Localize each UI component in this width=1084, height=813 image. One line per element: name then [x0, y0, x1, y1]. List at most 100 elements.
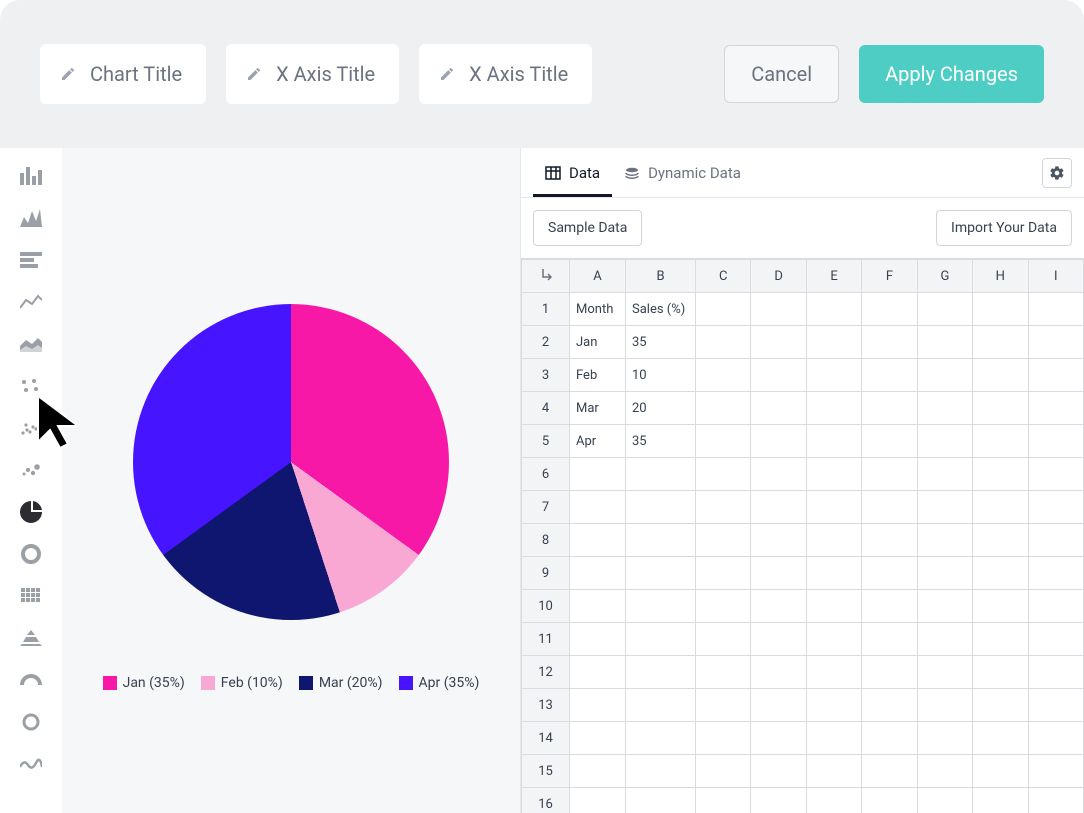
cell[interactable] — [973, 722, 1028, 755]
pyramid-icon[interactable] — [17, 626, 45, 650]
cell[interactable] — [1028, 557, 1083, 590]
settings-button[interactable] — [1042, 158, 1072, 188]
cell[interactable] — [1028, 590, 1083, 623]
cell[interactable] — [806, 359, 861, 392]
cell[interactable] — [862, 788, 917, 813]
column-header[interactable]: A — [570, 260, 626, 293]
row-header[interactable]: 2 — [522, 326, 570, 359]
cell[interactable] — [973, 425, 1028, 458]
cell[interactable] — [1028, 392, 1083, 425]
x-axis-title-input[interactable]: X Axis Title — [226, 44, 399, 104]
cell[interactable] — [1028, 623, 1083, 656]
cell[interactable] — [570, 590, 626, 623]
cell[interactable] — [751, 656, 806, 689]
chart-title-input[interactable]: Chart Title — [40, 44, 206, 104]
row-header[interactable]: 3 — [522, 359, 570, 392]
cell[interactable] — [1028, 788, 1083, 813]
cell[interactable] — [806, 722, 861, 755]
cell[interactable] — [973, 788, 1028, 813]
cell[interactable] — [917, 689, 972, 722]
cell[interactable] — [751, 359, 806, 392]
cell[interactable] — [973, 590, 1028, 623]
row-header[interactable]: 16 — [522, 788, 570, 813]
scatter-few-icon[interactable] — [17, 374, 45, 398]
cell[interactable] — [751, 392, 806, 425]
cell[interactable] — [917, 491, 972, 524]
cell[interactable] — [806, 623, 861, 656]
cell[interactable] — [917, 293, 972, 326]
cell[interactable] — [973, 392, 1028, 425]
area-chart-icon[interactable] — [17, 332, 45, 356]
cell[interactable] — [626, 590, 696, 623]
cell[interactable] — [806, 788, 861, 813]
cell[interactable]: 35 — [626, 425, 696, 458]
cell[interactable] — [696, 557, 751, 590]
bubble-icon[interactable] — [17, 458, 45, 482]
scatter-many-icon[interactable] — [17, 416, 45, 440]
cell[interactable] — [626, 557, 696, 590]
cell[interactable] — [917, 623, 972, 656]
column-header[interactable]: C — [696, 260, 751, 293]
cancel-button[interactable]: Cancel — [724, 45, 839, 103]
column-header[interactable]: H — [973, 260, 1028, 293]
cell[interactable] — [973, 491, 1028, 524]
row-header[interactable]: 7 — [522, 491, 570, 524]
cell[interactable] — [626, 623, 696, 656]
row-header[interactable]: 4 — [522, 392, 570, 425]
cell[interactable] — [1028, 326, 1083, 359]
cell[interactable]: 10 — [626, 359, 696, 392]
cell[interactable] — [1028, 722, 1083, 755]
cell[interactable] — [806, 491, 861, 524]
cell[interactable] — [862, 326, 917, 359]
cell[interactable] — [751, 293, 806, 326]
cell[interactable] — [862, 293, 917, 326]
cell[interactable] — [917, 788, 972, 813]
cell[interactable] — [973, 623, 1028, 656]
cell[interactable]: Mar — [570, 392, 626, 425]
cell[interactable] — [751, 425, 806, 458]
cell[interactable] — [917, 524, 972, 557]
cell[interactable] — [696, 788, 751, 813]
cell[interactable] — [626, 755, 696, 788]
column-header[interactable]: F — [862, 260, 917, 293]
column-header[interactable]: B — [626, 260, 696, 293]
cell[interactable] — [1028, 491, 1083, 524]
cell[interactable] — [570, 557, 626, 590]
cell[interactable] — [862, 359, 917, 392]
sheet-corner[interactable] — [522, 260, 570, 293]
cell[interactable] — [806, 425, 861, 458]
tab-data[interactable]: Data — [533, 148, 612, 197]
cell[interactable] — [1028, 458, 1083, 491]
column-header[interactable]: D — [751, 260, 806, 293]
cell[interactable] — [696, 524, 751, 557]
sample-data-button[interactable]: Sample Data — [533, 210, 642, 246]
ring-icon[interactable] — [17, 710, 45, 734]
cell[interactable] — [751, 755, 806, 788]
cell[interactable] — [696, 359, 751, 392]
cell[interactable] — [917, 359, 972, 392]
stacked-bar-icon[interactable] — [17, 248, 45, 272]
column-chart-icon[interactable] — [17, 206, 45, 230]
cell[interactable] — [570, 722, 626, 755]
cell[interactable] — [973, 524, 1028, 557]
cell[interactable] — [917, 458, 972, 491]
cell[interactable] — [626, 491, 696, 524]
cell[interactable] — [626, 689, 696, 722]
apply-changes-button[interactable]: Apply Changes — [859, 45, 1044, 103]
donut-chart-icon[interactable] — [17, 542, 45, 566]
cell[interactable] — [696, 293, 751, 326]
cell[interactable] — [973, 689, 1028, 722]
cell[interactable] — [751, 458, 806, 491]
cell[interactable] — [751, 689, 806, 722]
cell[interactable] — [806, 524, 861, 557]
cell[interactable] — [696, 656, 751, 689]
cell[interactable] — [570, 458, 626, 491]
cell[interactable] — [862, 755, 917, 788]
cell[interactable] — [862, 491, 917, 524]
row-header[interactable]: 13 — [522, 689, 570, 722]
y-axis-title-input[interactable]: X Axis Title — [419, 44, 592, 104]
cell[interactable] — [917, 557, 972, 590]
line-chart-icon[interactable] — [17, 290, 45, 314]
cell[interactable] — [806, 656, 861, 689]
cell[interactable] — [751, 788, 806, 813]
